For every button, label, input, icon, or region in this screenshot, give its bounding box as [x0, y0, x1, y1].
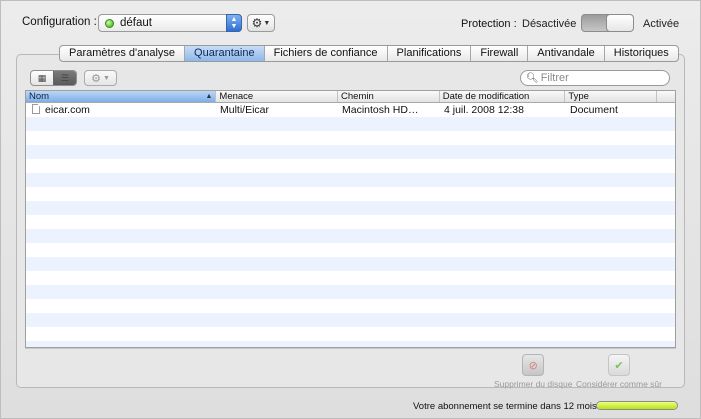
tab-logs[interactable]: Historiques: [603, 46, 678, 61]
column-header-threat[interactable]: Menace: [216, 91, 339, 102]
configuration-value: défaut: [120, 17, 152, 29]
filter-field[interactable]: 🔍︎: [520, 70, 670, 86]
cell-date: 4 juil. 2008 12:38: [444, 104, 524, 116]
tab-quarantine[interactable]: Quarantaine: [184, 46, 264, 61]
chevron-down-icon: ▼: [102, 74, 110, 82]
protection-on-label: Activée: [643, 18, 680, 30]
document-icon: [32, 104, 40, 114]
updown-arrows-icon: ▲ ▼: [226, 14, 242, 32]
tab-bar: Paramètres d'analyse Quarantaine Fichier…: [59, 45, 679, 62]
list-icon: ☰: [60, 72, 70, 83]
config-action-button[interactable]: ⚙ ▼: [247, 14, 275, 32]
cell-threat: Multi/Eicar: [220, 104, 270, 116]
chevron-down-icon: ▼: [263, 19, 271, 27]
gear-icon: ⚙: [251, 16, 263, 30]
configuration-label: Configuration :: [22, 16, 97, 28]
footer-divider: [25, 348, 676, 349]
delete-from-disk-label: Supprimer du disque: [494, 379, 573, 389]
protection-toggle[interactable]: [581, 14, 634, 32]
quarantine-action-button[interactable]: ⚙ ▼: [84, 70, 117, 86]
delete-disk-icon: ⊘: [522, 354, 545, 376]
subscription-status: Votre abonnement se termine dans 12 mois: [413, 401, 597, 412]
list-view-button[interactable]: ☰: [53, 71, 76, 85]
grid-icon: ▦: [37, 72, 47, 83]
cell-path: Macintosh HD…: [342, 104, 419, 116]
view-mode-switch: ▦ ☰: [30, 70, 77, 86]
configuration-select[interactable]: défaut ▲ ▼: [98, 14, 242, 32]
sort-ascending-icon: ▲: [205, 93, 213, 100]
subscription-progress: [596, 401, 678, 410]
subscription-progress-fill: [597, 402, 677, 409]
status-dot-icon: [105, 18, 114, 28]
gear-icon: ⚙: [91, 72, 101, 85]
icon-view-button[interactable]: ▦: [31, 71, 53, 85]
table-row[interactable]: eicar.com Multi/Eicar Macintosh HD… 4 ju…: [26, 103, 675, 117]
tab-firewall[interactable]: Firewall: [470, 46, 527, 61]
cell-name: eicar.com: [26, 103, 217, 117]
cell-type: Document: [570, 104, 618, 116]
search-icon: 🔍︎: [526, 72, 539, 84]
column-header-path[interactable]: Chemin: [338, 91, 440, 102]
mark-as-safe-label: Considérer comme sûr: [576, 379, 662, 389]
filter-input[interactable]: [540, 72, 666, 84]
protection-off-label: Désactivée: [522, 18, 577, 30]
tab-scan-settings[interactable]: Paramètres d'analyse: [60, 46, 184, 61]
table-body: eicar.com Multi/Eicar Macintosh HD… 4 ju…: [26, 103, 675, 347]
tab-trusted-files[interactable]: Fichiers de confiance: [263, 46, 387, 61]
tab-schedules[interactable]: Planifications: [386, 46, 471, 61]
tab-antivandal[interactable]: Antivandale: [527, 46, 604, 61]
toggle-knob[interactable]: [606, 15, 633, 31]
column-header-name[interactable]: Nom ▲: [26, 91, 217, 102]
column-header-spacer: [657, 91, 675, 102]
quarantine-table: Nom ▲ Menace Chemin Date de modification…: [25, 90, 676, 348]
column-header-type[interactable]: Type: [565, 91, 658, 102]
column-header-date[interactable]: Date de modification: [440, 91, 566, 102]
column-header-label: Nom: [29, 91, 50, 102]
cell-name-text: eicar.com: [45, 104, 90, 116]
protection-label: Protection :: [461, 18, 517, 30]
mark-as-safe-button[interactable]: ✔ Considérer comme sûr: [576, 354, 662, 389]
table-header: Nom ▲ Menace Chemin Date de modification…: [26, 91, 675, 103]
checkmark-icon: ✔: [607, 354, 630, 376]
delete-from-disk-button[interactable]: ⊘ Supprimer du disque: [494, 354, 572, 389]
